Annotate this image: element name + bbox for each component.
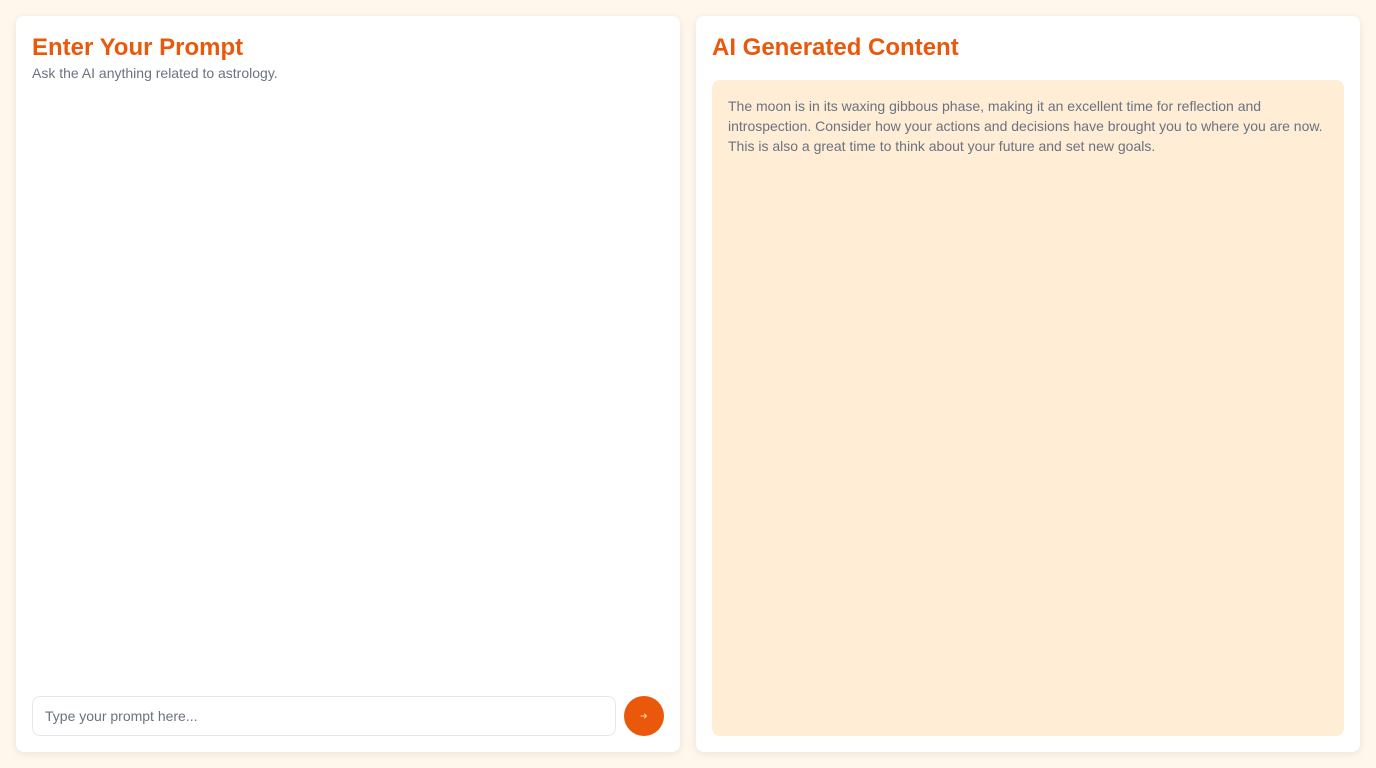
arrow-right-icon [640, 712, 648, 720]
output-panel: AI Generated Content The moon is in its … [696, 16, 1360, 752]
prompt-history-area [32, 82, 664, 696]
prompt-input[interactable] [32, 696, 616, 736]
prompt-panel-subtitle: Ask the AI anything related to astrology… [32, 65, 278, 81]
output-panel-title: AI Generated Content [712, 34, 959, 61]
prompt-panel-title: Enter Your Prompt [32, 34, 244, 61]
generated-content-box: The moon is in its waxing gibbous phase,… [712, 80, 1344, 736]
prompt-panel: Enter Your Prompt Ask the AI anything re… [16, 16, 680, 752]
generated-content-text: The moon is in its waxing gibbous phase,… [728, 98, 1323, 154]
prompt-input-row [32, 696, 664, 736]
app-root: Enter Your Prompt Ask the AI anything re… [0, 0, 1376, 768]
send-button[interactable] [624, 696, 664, 736]
